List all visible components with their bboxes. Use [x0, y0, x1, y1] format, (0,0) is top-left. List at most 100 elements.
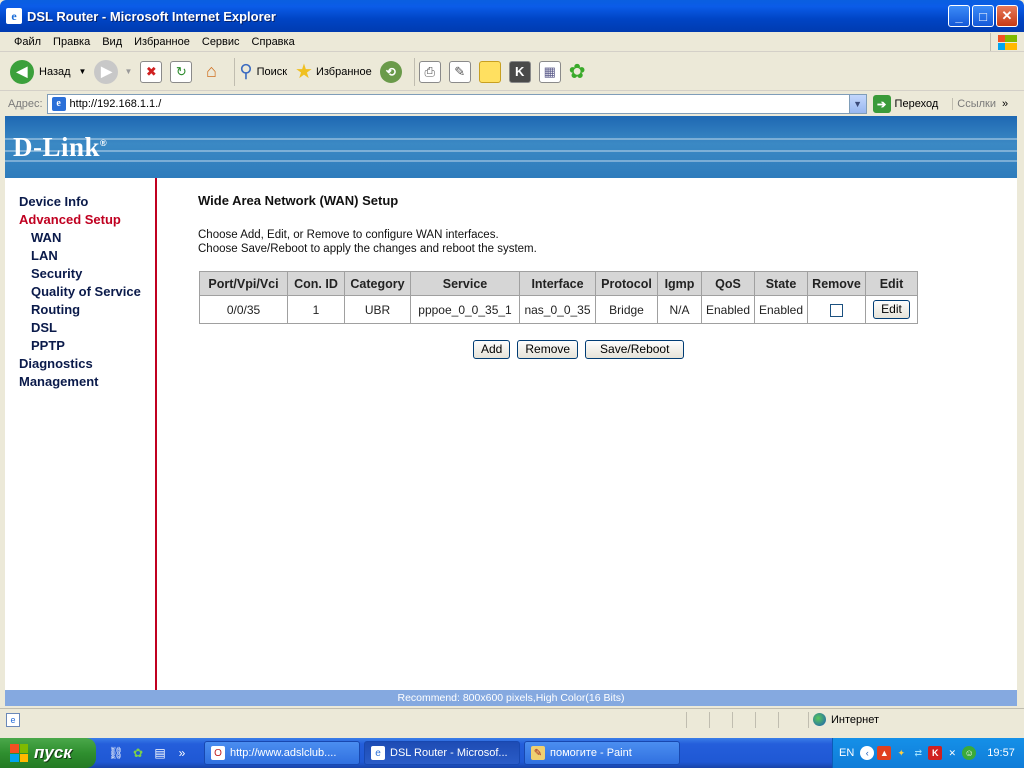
- nav-advanced-setup[interactable]: Advanced Setup: [5, 211, 155, 229]
- task-adslclub[interactable]: O http://www.adslclub....: [204, 741, 360, 765]
- go-button[interactable]: ➔ Переход: [872, 95, 938, 113]
- tray-app-icon[interactable]: ✦: [894, 746, 908, 760]
- favorites-label: Избранное: [315, 65, 372, 78]
- logo-mark: ®: [100, 138, 108, 148]
- search-button[interactable]: ⚲ Поиск: [239, 61, 287, 82]
- paint-icon: ✎: [531, 746, 545, 760]
- col-header-qos: QoS: [701, 271, 755, 296]
- toolbar-divider: [234, 57, 236, 86]
- tray-app-icon[interactable]: ✕: [945, 746, 959, 760]
- network-icon[interactable]: ⇄: [911, 746, 925, 760]
- address-url[interactable]: http://192.168.1.1./: [70, 98, 162, 110]
- main-content: Wide Area Network (WAN) Setup Choose Add…: [198, 178, 998, 359]
- links-more-icon[interactable]: »: [1002, 98, 1008, 110]
- forward-button[interactable]: ▶ ▼: [94, 59, 133, 84]
- start-label: пуск: [34, 743, 72, 762]
- task-dsl-router[interactable]: e DSL Router - Microsof...: [364, 741, 520, 765]
- recommend-footer: Recommend: 800x600 pixels,High Color(16 …: [5, 690, 1017, 706]
- icq-button[interactable]: ✿: [569, 59, 586, 84]
- page-title: Wide Area Network (WAN) Setup: [198, 193, 399, 208]
- page-viewport: D-Link® Device Info Advanced Setup WAN L…: [5, 116, 1017, 706]
- menu-tools[interactable]: Сервис: [196, 36, 246, 48]
- refresh-button[interactable]: ↻: [170, 60, 193, 83]
- window-controls: _ □ ✕: [948, 5, 1018, 27]
- home-button[interactable]: ⌂: [200, 61, 222, 83]
- home-icon: ⌂: [205, 61, 217, 81]
- col-header-interface: Interface: [519, 271, 596, 296]
- links-button[interactable]: Ссылки: [952, 98, 996, 110]
- maximize-button[interactable]: □: [972, 5, 994, 27]
- page-icon: e: [51, 97, 66, 111]
- network-icon[interactable]: ⛓: [108, 745, 124, 761]
- dlink-banner: D-Link®: [5, 116, 1017, 178]
- nav-management[interactable]: Management: [5, 373, 155, 391]
- notes-button[interactable]: [478, 60, 501, 83]
- nav-dsl[interactable]: DSL: [5, 319, 155, 337]
- menu-edit[interactable]: Правка: [47, 36, 96, 48]
- title-bar[interactable]: e DSL Router - Microsoft Internet Explor…: [0, 0, 1024, 32]
- add-button[interactable]: Add: [473, 340, 511, 359]
- printer-icon: ⎙: [418, 60, 441, 83]
- minimize-button[interactable]: _: [948, 5, 970, 27]
- search-label: Поиск: [256, 65, 288, 78]
- quick-launch-more-icon[interactable]: »: [174, 745, 190, 761]
- print-button[interactable]: ⎙: [418, 60, 441, 83]
- menu-help[interactable]: Справка: [246, 36, 301, 48]
- close-button[interactable]: ✕: [996, 5, 1018, 27]
- tray-app-icon[interactable]: ☺: [962, 746, 977, 760]
- col-header-igmp: Igmp: [657, 271, 702, 296]
- start-button[interactable]: пуск: [0, 738, 96, 768]
- edit-button[interactable]: Edit: [873, 300, 910, 319]
- table-header-row: Port/Vpi/Vci Con. ID Category Service In…: [199, 271, 918, 296]
- remove-checkbox[interactable]: [830, 303, 843, 317]
- media-icon: ▦: [538, 60, 561, 83]
- nav-wan[interactable]: WAN: [5, 229, 155, 247]
- menu-favorites[interactable]: Избранное: [128, 36, 196, 48]
- menu-view[interactable]: Вид: [96, 36, 128, 48]
- remove-button[interactable]: Remove: [517, 340, 579, 359]
- nav-lan[interactable]: LAN: [5, 247, 155, 265]
- stop-button[interactable]: ✖: [140, 60, 163, 83]
- edit-button[interactable]: ✎: [448, 60, 471, 83]
- task-label: DSL Router - Microsof...: [390, 747, 508, 759]
- media-button[interactable]: ▦: [538, 60, 561, 83]
- nav-device-info[interactable]: Device Info: [5, 193, 155, 211]
- k-icon[interactable]: K: [928, 746, 943, 760]
- tray-collapse-icon[interactable]: ‹: [860, 746, 875, 760]
- language-indicator[interactable]: EN: [839, 747, 854, 759]
- col-header-edit: Edit: [865, 271, 918, 296]
- cell-port: 0/0/35: [199, 295, 288, 324]
- desktop-icon[interactable]: ▤: [152, 745, 168, 761]
- chevron-down-icon[interactable]: ▼: [848, 95, 866, 113]
- nav-pptp[interactable]: PPTP: [5, 337, 155, 355]
- save-reboot-button[interactable]: Save/Reboot: [585, 340, 685, 359]
- chevron-down-icon[interactable]: ▼: [79, 67, 87, 76]
- security-zone: Интернет: [813, 713, 879, 726]
- banner-stripe: [5, 150, 1017, 152]
- status-divider: [732, 712, 733, 728]
- nav-diagnostics[interactable]: Diagnostics: [5, 355, 155, 373]
- nav-security[interactable]: Security: [5, 265, 155, 283]
- tray-app-icon[interactable]: ▲: [877, 746, 892, 760]
- sidebar-nav: Device Info Advanced Setup WAN LAN Secur…: [5, 178, 157, 690]
- cell-qos: Enabled: [701, 295, 755, 324]
- menu-file[interactable]: Файл: [8, 36, 47, 48]
- back-button[interactable]: ◀ Назад ▼: [10, 59, 87, 84]
- clock: 19:57: [987, 747, 1015, 759]
- history-button[interactable]: ⟲: [379, 60, 402, 83]
- instruction-text-2: Choose Save/Reboot to apply the changes …: [198, 243, 537, 255]
- chevron-down-icon: ▼: [124, 67, 133, 76]
- address-input[interactable]: e http://192.168.1.1./ ▼: [46, 94, 867, 114]
- cell-igmp: N/A: [657, 295, 702, 324]
- flower-icon[interactable]: ✿: [130, 745, 146, 761]
- table-row: 0/0/35 1 UBR pppoe_0_0_35_1 nas_0_0_35 B…: [199, 295, 918, 324]
- nav-quality-of-service[interactable]: Quality of Service: [5, 283, 155, 301]
- taskbar: пуск ⛓ ✿ ▤ » O http://www.adslclub.... e…: [0, 738, 1024, 768]
- toolbar-divider: [413, 57, 415, 86]
- nav-routing[interactable]: Routing: [5, 301, 155, 319]
- banner-stripe: [5, 160, 1017, 162]
- task-paint[interactable]: ✎ помогите - Paint: [524, 741, 680, 765]
- banner-stripe: [5, 138, 1017, 140]
- favorites-button[interactable]: ★ Избранное: [295, 59, 372, 84]
- k-button[interactable]: K: [508, 60, 531, 83]
